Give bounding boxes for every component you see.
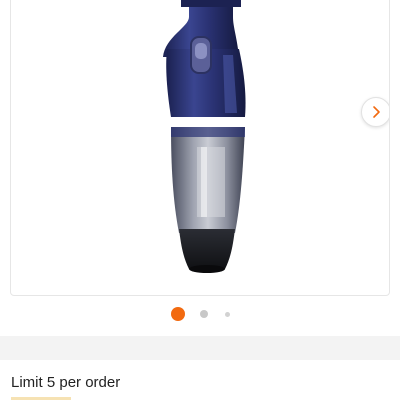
purchase-limit-text: Limit 5 per order (11, 374, 121, 391)
product-brand-text: Shark (183, 116, 214, 128)
carousel-dots (0, 306, 400, 322)
product-image-card[interactable]: Shark (10, 0, 390, 296)
carousel-dot[interactable] (199, 310, 208, 318)
carousel-next-button[interactable] (361, 97, 389, 127)
carousel-dot[interactable] (224, 311, 230, 317)
handheld-vacuum-image: Shark (163, 0, 246, 273)
chevron-right-icon (373, 106, 380, 118)
section-divider (0, 336, 400, 360)
carousel-dot-active[interactable] (170, 307, 185, 321)
product-page: Shark Limit 5 per order (0, 0, 400, 400)
